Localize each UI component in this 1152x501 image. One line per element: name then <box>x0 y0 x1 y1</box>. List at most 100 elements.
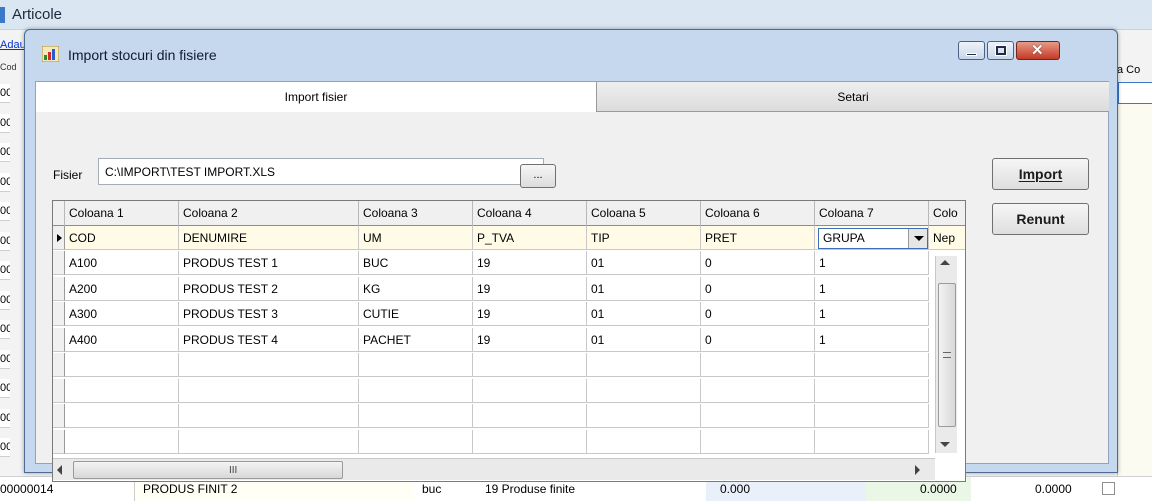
background-row-cod[interactable]: 0000 <box>0 349 10 369</box>
row-checkbox[interactable] <box>1102 482 1115 495</box>
grid-header-col3[interactable]: Coloana 3 <box>359 201 473 226</box>
mapping-cell[interactable]: P_TVA <box>473 226 587 250</box>
table-cell[interactable] <box>587 429 701 454</box>
grid-header-col1[interactable]: Coloana 1 <box>65 201 179 226</box>
background-row-cod[interactable]: 0000 <box>0 408 10 428</box>
table-cell[interactable] <box>359 353 473 377</box>
table-cell[interactable] <box>359 378 473 403</box>
table-cell[interactable]: 01 <box>587 302 701 326</box>
renunt-button[interactable]: Renunt <box>992 203 1089 235</box>
table-cell[interactable] <box>815 353 929 377</box>
table-cell[interactable] <box>65 429 179 454</box>
maximize-button[interactable] <box>987 41 1014 60</box>
close-button[interactable]: ✕ <box>1016 41 1060 60</box>
background-row-cod[interactable]: 0000 <box>0 202 10 221</box>
table-row[interactable] <box>53 353 965 377</box>
table-cell[interactable] <box>359 404 473 428</box>
table-cell[interactable] <box>701 378 815 403</box>
table-row[interactable]: A100 PRODUS TEST 1 BUC 19 01 0 1 <box>53 251 965 275</box>
background-row-cod[interactable]: 0000 <box>0 231 10 251</box>
table-cell[interactable]: 01 <box>587 327 701 352</box>
table-cell[interactable]: 0 <box>701 276 815 301</box>
mapping-cell[interactable]: Nep <box>929 226 965 250</box>
table-cell[interactable] <box>65 378 179 403</box>
table-row[interactable]: A400 PRODUS TEST 4 PACHET 19 01 0 1 <box>53 327 965 352</box>
horizontal-scroll-thumb[interactable]: III <box>73 461 343 479</box>
tab-import-fisier[interactable]: Import fisier <box>36 82 597 112</box>
table-cell[interactable] <box>701 404 815 428</box>
table-cell[interactable] <box>473 378 587 403</box>
table-cell[interactable]: 0 <box>701 251 815 275</box>
table-cell[interactable]: A200 <box>65 276 179 301</box>
grid-mapping-row[interactable]: COD DENUMIRE UM P_TVA TIP PRET GRUPA Nep <box>53 226 965 250</box>
table-cell[interactable]: KG <box>359 276 473 301</box>
table-cell[interactable]: 01 <box>587 276 701 301</box>
table-cell[interactable]: A400 <box>65 327 179 352</box>
table-cell[interactable] <box>473 404 587 428</box>
table-cell[interactable] <box>701 429 815 454</box>
file-path-field[interactable]: C:\IMPORT\TEST IMPORT.XLS <box>98 158 544 185</box>
vertical-scroll-thumb[interactable] <box>938 283 956 427</box>
mapping-cell[interactable]: UM <box>359 226 473 250</box>
tab-setari[interactable]: Setari <box>597 82 1109 112</box>
table-cell[interactable]: 19 <box>473 251 587 275</box>
mapping-cell[interactable]: DENUMIRE <box>179 226 359 250</box>
scroll-right-icon[interactable] <box>915 465 920 475</box>
horizontal-scrollbar[interactable]: III <box>53 458 935 480</box>
table-cell[interactable]: A300 <box>65 302 179 326</box>
table-cell[interactable]: PRODUS TEST 2 <box>179 276 359 301</box>
grid-header-col4[interactable]: Coloana 4 <box>473 201 587 226</box>
scroll-down-icon[interactable] <box>940 442 950 447</box>
background-row-cod[interactable]: 0000 <box>0 84 10 103</box>
table-cell[interactable] <box>473 429 587 454</box>
table-cell[interactable]: BUC <box>359 251 473 275</box>
grid-header-col6[interactable]: Coloana 6 <box>701 201 815 226</box>
mapping-cell[interactable]: PRET <box>701 226 815 250</box>
table-row[interactable]: A300 PRODUS TEST 3 CUTIE 19 01 0 1 <box>53 302 965 326</box>
table-cell[interactable]: PACHET <box>359 327 473 352</box>
grid-header-col5[interactable]: Coloana 5 <box>587 201 701 226</box>
background-row-cod[interactable]: 0000 <box>0 172 10 192</box>
table-cell[interactable] <box>65 404 179 428</box>
grid-header-col7[interactable]: Coloana 7 <box>815 201 929 226</box>
add-link[interactable]: Adau <box>0 39 26 51</box>
browse-button[interactable]: ... <box>520 164 556 188</box>
table-cell[interactable]: 1 <box>815 302 929 326</box>
table-cell[interactable]: 1 <box>815 327 929 352</box>
table-cell[interactable] <box>587 353 701 377</box>
background-row-cod[interactable]: 0000 <box>0 143 10 162</box>
table-row[interactable]: A200 PRODUS TEST 2 KG 19 01 0 1 <box>53 276 965 301</box>
background-row-cod[interactable]: 0000 <box>0 438 10 457</box>
table-cell[interactable]: 01 <box>587 251 701 275</box>
table-cell[interactable] <box>701 353 815 377</box>
table-row[interactable] <box>53 378 965 403</box>
scroll-up-icon[interactable] <box>940 260 950 265</box>
grupa-select[interactable]: GRUPA <box>818 228 928 249</box>
background-row-cod[interactable]: 0000 <box>0 290 10 310</box>
mapping-cell[interactable]: TIP <box>587 226 701 250</box>
table-cell[interactable] <box>65 353 179 377</box>
chevron-down-icon[interactable] <box>908 229 927 248</box>
table-cell[interactable]: 19 <box>473 276 587 301</box>
import-grid[interactable]: Coloana 1 Coloana 2 Coloana 3 Coloana 4 … <box>52 200 966 482</box>
table-cell[interactable]: PRODUS TEST 4 <box>179 327 359 352</box>
background-row-cod[interactable]: 0000 <box>0 113 10 133</box>
table-row[interactable] <box>53 404 965 428</box>
table-cell[interactable]: 19 <box>473 302 587 326</box>
table-cell[interactable] <box>179 378 359 403</box>
vertical-scrollbar[interactable] <box>935 256 957 453</box>
table-cell[interactable] <box>179 404 359 428</box>
background-row-cod[interactable]: 0000 <box>0 379 10 398</box>
table-cell[interactable] <box>179 429 359 454</box>
table-cell[interactable] <box>179 353 359 377</box>
background-row-cod[interactable]: 0000 <box>0 320 10 339</box>
table-cell[interactable]: PRODUS TEST 1 <box>179 251 359 275</box>
background-row-cod[interactable]: 0000 <box>0 261 10 280</box>
table-cell[interactable] <box>587 404 701 428</box>
table-cell[interactable] <box>473 353 587 377</box>
table-cell[interactable] <box>359 429 473 454</box>
table-cell[interactable] <box>815 429 929 454</box>
import-button[interactable]: Import <box>992 158 1089 190</box>
table-cell[interactable]: 1 <box>815 276 929 301</box>
dialog-titlebar[interactable]: Import stocuri din fisiere ✕ <box>25 30 1117 63</box>
